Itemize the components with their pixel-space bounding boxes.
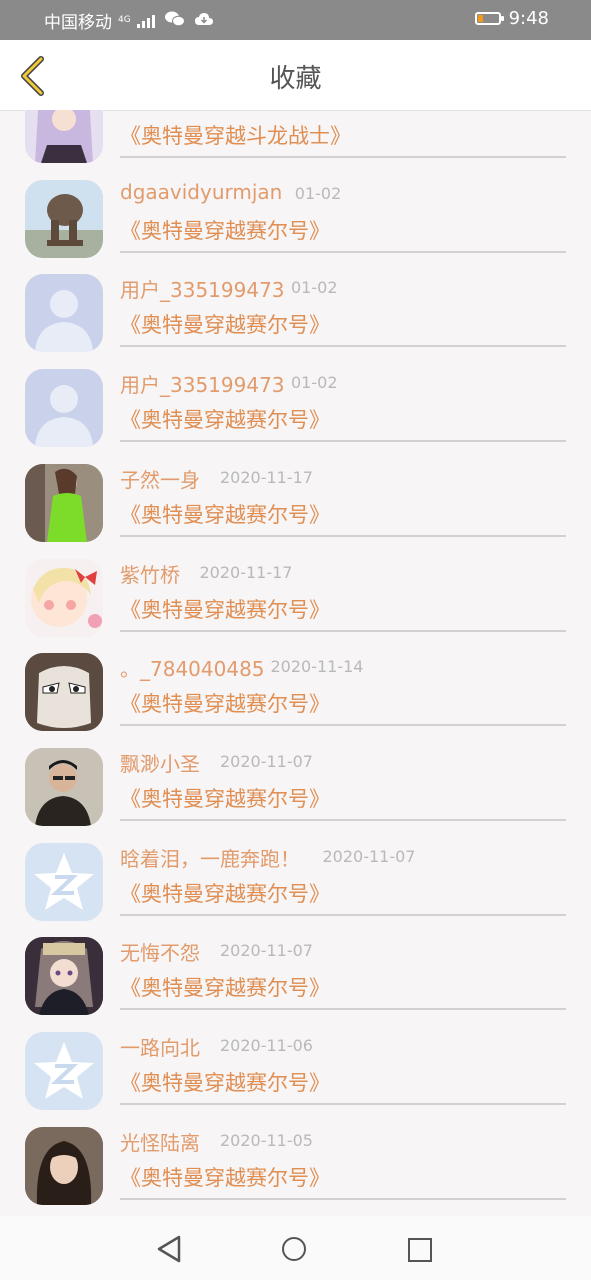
book-title[interactable]: 《奥特曼穿越赛尔号》 [120,1162,330,1192]
row-divider [120,1197,566,1200]
nav-home-button[interactable] [282,1237,306,1261]
list-item[interactable]: 王秋元一无情01-02《奥特曼穿越斗龙战士》 [0,110,591,164]
row-divider [120,440,566,443]
row-divider [120,1103,566,1105]
user-name: 飘渺小圣 [120,751,200,776]
app-header: 收藏 [0,40,591,111]
user-avatar[interactable] [25,110,103,163]
user-name: 王秋元一无情 [120,110,240,114]
user-avatar[interactable] [25,937,103,1016]
user-avatar[interactable] [25,1032,103,1110]
user-name: 子然一身 [120,467,200,492]
user-name: 光怪陆离 [120,1130,200,1155]
book-title[interactable]: 《奥特曼穿越赛尔号》 [120,309,330,339]
user-name: 。_784040485 [120,657,265,682]
book-title[interactable]: 《奥特曼穿越赛尔号》 [120,783,330,813]
row-divider [120,250,566,253]
user-name: 无悔不怨 [120,941,200,966]
user-name: 紫竹桥 [120,562,180,587]
user-avatar[interactable] [25,747,103,826]
favorite-date: 2020-11-07 [220,941,313,961]
book-title[interactable]: 《奥特曼穿越斗龙战士》 [120,120,351,150]
list-item[interactable]: 子然一身 2020-11-17 《奥特曼穿越赛尔号》 [0,448,591,543]
favorite-date: 01-02 [294,183,342,203]
row-divider [120,913,566,916]
favorite-date: 2020-11-07 [220,751,313,771]
carrier-label: 中国移动 [44,13,112,33]
user-avatar[interactable] [25,179,103,258]
user-name: 一路向北 [120,1036,200,1060]
row-divider [120,629,566,632]
row-divider [120,156,566,158]
nav-back-button[interactable] [155,1234,183,1264]
list-item[interactable]: 一路向北 2020-11-06 《奥特曼穿越赛尔号》 [0,1016,591,1111]
book-title[interactable]: 《奥特曼穿越赛尔号》 [120,878,330,908]
signal-icon [136,14,155,28]
system-nav-bar [0,1216,591,1280]
user-avatar[interactable] [25,274,103,353]
user-name: dgaavidyurmjan [120,179,283,204]
book-title[interactable]: 《奥特曼穿越赛尔号》 [120,404,330,434]
clock: 9:48 [508,8,549,29]
user-avatar[interactable] [25,369,103,448]
user-avatar[interactable] [25,558,103,637]
nav-recents-button[interactable] [408,1238,432,1262]
user-avatar[interactable] [25,653,103,732]
list-item[interactable]: 晗着泪，一鹿奔跑！ 2020-11-07 《奥特曼穿越赛尔号》 [0,827,591,922]
book-title[interactable]: 《奥特曼穿越赛尔号》 [120,688,330,718]
list-item[interactable]: 用户_335199473 01-02 《奥特曼穿越赛尔号》 [0,258,591,353]
list-item[interactable]: 用户_335199473 01-02 《奥特曼穿越赛尔号》 [0,353,591,448]
list-item[interactable]: 飘渺小圣 2020-11-07 《奥特曼穿越赛尔号》 [0,732,591,827]
network-type: 4G [118,15,131,25]
book-title[interactable]: 《奥特曼穿越赛尔号》 [120,594,330,624]
book-title[interactable]: 《奥特曼穿越赛尔号》 [120,499,330,529]
status-left: 中国移动 4G [44,8,213,33]
user-name: 用户_335199473 [120,278,285,303]
favorite-date: 01-02 [291,373,338,393]
book-title[interactable]: 《奥特曼穿越赛尔号》 [120,1067,330,1097]
row-divider [120,818,566,821]
battery-icon [474,12,504,25]
wechat-icon [164,11,185,31]
favorite-date: 2020-11-06 [220,1036,313,1055]
book-title[interactable]: 《奥特曼穿越赛尔号》 [120,972,330,1002]
user-name: 用户_335199473 [120,373,285,398]
book-title[interactable]: 《奥特曼穿越赛尔号》 [120,215,330,245]
list-item[interactable]: 。_784040485 2020-11-14 《奥特曼穿越赛尔号》 [0,637,591,732]
row-divider [120,724,566,727]
user-avatar[interactable] [25,463,103,542]
user-avatar[interactable] [25,1126,103,1205]
row-divider [120,534,566,537]
triangle-back-icon [157,1235,181,1263]
page-title: 收藏 [269,64,322,94]
favorite-date: 2020-11-14 [270,657,364,677]
list-item[interactable]: 光怪陆离 2020-11-05 《奥特曼穿越赛尔号》 [0,1111,591,1206]
list-item[interactable]: 紫竹桥 2020-11-17 《奥特曼穿越赛尔号》 [0,543,591,638]
user-avatar[interactable] [25,842,103,921]
favorite-date: 2020-11-17 [199,562,293,582]
favorite-date: 2020-11-17 [220,467,313,487]
row-divider [120,345,566,348]
user-name: 晗着泪，一鹿奔跑！ [120,846,300,871]
cloud-icon [194,12,213,30]
favorites-list[interactable]: 王秋元一无情01-02《奥特曼穿越斗龙战士》dgaavidyurmjan01-0… [0,110,591,1216]
list-item[interactable]: 无悔不怨 2020-11-07 《奥特曼穿越赛尔号》 [0,921,591,1016]
favorite-date: 01-02 [291,278,338,298]
row-divider [120,1008,566,1011]
favorite-date: 2020-11-07 [322,846,416,866]
status-right: 9:48 [474,8,549,29]
list-item[interactable]: dgaavidyurmjan 01-02 《奥特曼穿越赛尔号》 [0,164,591,259]
status-bar: 中国移动 4G 9:48 [0,0,591,40]
favorite-date: 2020-11-05 [220,1130,313,1150]
